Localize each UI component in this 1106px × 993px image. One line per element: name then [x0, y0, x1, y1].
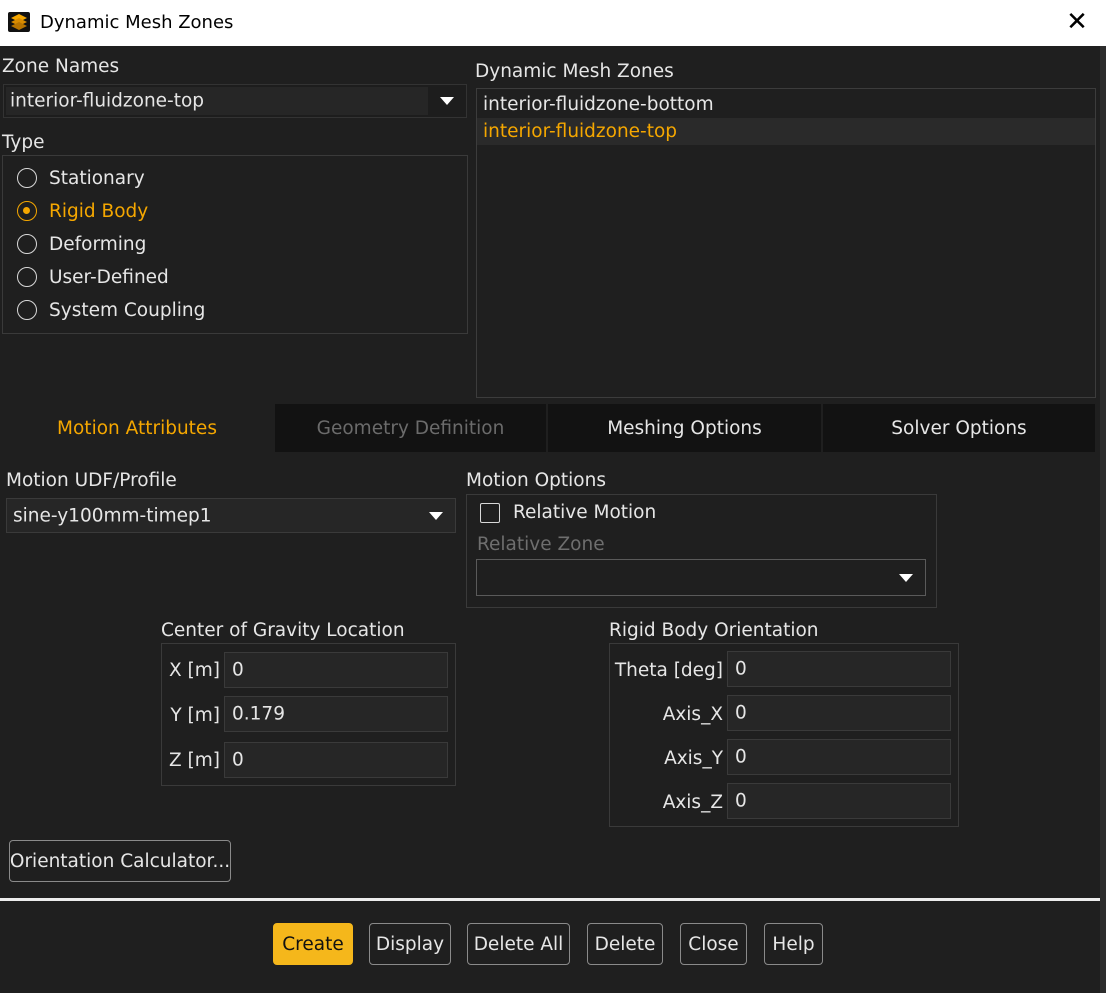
- axis-y-field[interactable]: 0: [727, 739, 951, 775]
- footer-separator: [0, 898, 1106, 901]
- radio-label: Stationary: [49, 167, 145, 189]
- chevron-down-icon: [899, 573, 913, 582]
- relative-motion-label: Relative Motion: [513, 502, 657, 523]
- window-edge: [1100, 46, 1106, 993]
- list-item[interactable]: interior-fluidzone-bottom: [477, 91, 1095, 118]
- cog-y-label: Y [m]: [170, 705, 220, 726]
- zone-names-label: Zone Names: [2, 56, 120, 77]
- radio-rigid-body[interactable]: Rigid Body: [17, 196, 148, 226]
- radio-label: Rigid Body: [49, 200, 149, 222]
- title-bar: Dynamic Mesh Zones ✕: [0, 0, 1106, 46]
- help-button[interactable]: Help: [764, 923, 823, 965]
- radio-label: User-Defined: [49, 266, 169, 288]
- axis-z-value: 0: [735, 790, 747, 812]
- cog-z-label: Z [m]: [168, 750, 220, 771]
- axis-z-label: Axis_Z: [662, 792, 723, 813]
- delete-button[interactable]: Delete: [587, 923, 663, 965]
- tab-solver-options[interactable]: Solver Options: [823, 404, 1095, 452]
- radio-system-coupling[interactable]: System Coupling: [17, 295, 205, 325]
- list-item[interactable]: interior-fluidzone-top: [477, 118, 1095, 145]
- axis-y-value: 0: [735, 746, 747, 768]
- cog-z-value: 0: [232, 749, 244, 771]
- theta-field[interactable]: 0: [727, 651, 951, 687]
- axis-z-field[interactable]: 0: [727, 783, 951, 819]
- orientation-calculator-button[interactable]: Orientation Calculator...: [9, 840, 231, 882]
- fluent-app-icon: [8, 12, 30, 32]
- chevron-down-icon: [429, 511, 443, 520]
- delete-all-button[interactable]: Delete All: [467, 923, 570, 965]
- center-of-gravity-label: Center of Gravity Location: [161, 620, 405, 641]
- radio-stationary[interactable]: Stationary: [17, 163, 145, 193]
- window-title: Dynamic Mesh Zones: [40, 12, 234, 33]
- radio-deforming[interactable]: Deforming: [17, 229, 146, 259]
- motion-udf-dropdown[interactable]: sine-y100mm-timep1: [6, 498, 456, 533]
- cog-y-value: 0.179: [232, 703, 285, 725]
- relative-motion-checkbox-row[interactable]: Relative Motion: [480, 502, 656, 523]
- radio-button[interactable]: [17, 168, 37, 188]
- cog-x-field[interactable]: 0: [224, 652, 448, 688]
- radio-button[interactable]: [17, 201, 37, 221]
- relative-zone-label: Relative Zone: [477, 534, 605, 555]
- relative-motion-checkbox[interactable]: [480, 502, 500, 523]
- dynamic-mesh-zones-label: Dynamic Mesh Zones: [475, 61, 674, 82]
- motion-udf-label: Motion UDF/Profile: [6, 470, 177, 491]
- axis-x-label: Axis_X: [662, 704, 723, 725]
- radio-label: System Coupling: [49, 299, 206, 321]
- type-group: Stationary Rigid Body Deforming User-Def…: [2, 155, 468, 334]
- cog-y-field[interactable]: 0.179: [224, 696, 448, 732]
- display-button[interactable]: Display: [369, 923, 451, 965]
- radio-button[interactable]: [17, 234, 37, 254]
- motion-udf-value: sine-y100mm-timep1: [13, 505, 212, 526]
- theta-label: Theta [deg]: [614, 660, 723, 681]
- tab-meshing-options[interactable]: Meshing Options: [548, 404, 821, 452]
- relative-zone-dropdown[interactable]: [476, 559, 926, 596]
- axis-y-label: Axis_Y: [664, 748, 723, 769]
- create-button[interactable]: Create: [273, 923, 353, 965]
- chevron-down-icon: [440, 97, 454, 105]
- tab-geometry-definition[interactable]: Geometry Definition: [275, 404, 546, 452]
- radio-button[interactable]: [17, 267, 37, 287]
- dynamic-mesh-zones-dialog: Zone Names interior-fluidzone-top Type S…: [0, 46, 1106, 993]
- axis-x-value: 0: [735, 702, 747, 724]
- dynamic-mesh-zones-list[interactable]: interior-fluidzone-bottom interior-fluid…: [476, 88, 1096, 398]
- close-icon[interactable]: ✕: [1062, 6, 1092, 38]
- close-button[interactable]: Close: [680, 923, 747, 965]
- cog-x-label: X [m]: [168, 660, 220, 681]
- rigid-body-orientation-label: Rigid Body Orientation: [609, 620, 819, 641]
- radio-user-defined[interactable]: User-Defined: [17, 262, 169, 292]
- motion-options-label: Motion Options: [466, 470, 606, 491]
- axis-x-field[interactable]: 0: [727, 695, 951, 731]
- radio-label: Deforming: [49, 233, 147, 255]
- cog-z-field[interactable]: 0: [224, 742, 448, 778]
- zone-names-dropdown[interactable]: interior-fluidzone-top: [3, 84, 467, 118]
- tab-motion-attributes[interactable]: Motion Attributes: [0, 404, 274, 452]
- zone-names-value: interior-fluidzone-top: [10, 90, 205, 112]
- radio-button[interactable]: [17, 300, 37, 320]
- cog-x-value: 0: [232, 659, 244, 681]
- type-label: Type: [2, 132, 45, 153]
- theta-value: 0: [735, 658, 747, 680]
